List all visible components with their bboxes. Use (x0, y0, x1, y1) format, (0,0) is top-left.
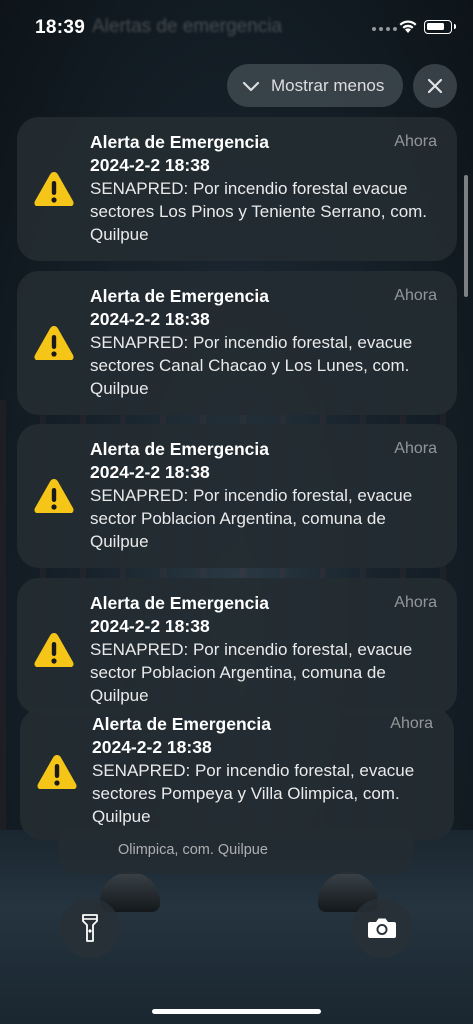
close-button[interactable] (413, 64, 457, 108)
notification-card[interactable]: Alerta de Emergencia 2024-2-2 18:38 SENA… (17, 424, 457, 568)
camera-icon (368, 918, 396, 938)
notification-datetime: 2024-2-2 18:38 (90, 462, 210, 482)
wifi-icon (399, 20, 417, 33)
notification-title: Alerta de Emergencia (90, 286, 269, 306)
notification-title: Alerta de Emergencia (90, 439, 269, 459)
show-less-button[interactable]: Mostrar menos (227, 64, 403, 107)
notification-body: SENAPRED: Por incendio forestal, evacue … (90, 640, 413, 705)
notification-card[interactable]: Alerta de Emergencia 2024-2-2 18:38 SENA… (17, 117, 457, 261)
show-less-label: Mostrar menos (271, 75, 385, 95)
chevron-down-icon (242, 81, 260, 91)
notification-body: SENAPRED: Por incendio forestal, evacue … (90, 333, 413, 398)
notification-time: Ahora (394, 594, 437, 611)
status-time: 18:39 (35, 17, 86, 38)
battery-icon (424, 20, 456, 34)
warning-icon (34, 633, 74, 667)
notification-time: Ahora (394, 287, 437, 304)
notification-title: Alerta de Emergencia (92, 714, 271, 734)
cellular-signal-icon (372, 27, 397, 31)
flashlight-button[interactable] (60, 898, 120, 958)
scroll-indicator (464, 175, 468, 297)
notification-time: Ahora (394, 440, 437, 457)
notification-card[interactable]: Alerta de Emergencia 2024-2-2 18:38 SENA… (17, 271, 457, 415)
notification-datetime: 2024-2-2 18:38 (90, 616, 210, 636)
notification-title: Alerta de Emergencia (90, 593, 269, 613)
notification-datetime: 2024-2-2 18:38 (90, 309, 210, 329)
warning-icon (37, 755, 77, 789)
notification-title: Alerta de Emergencia (90, 132, 269, 152)
warning-icon (34, 479, 74, 513)
flashlight-icon (82, 914, 98, 942)
notification-body: SENAPRED: Por incendio forestal, evacue … (90, 486, 413, 551)
warning-icon (34, 172, 74, 206)
close-icon (427, 78, 443, 94)
camera-button[interactable] (352, 898, 412, 958)
status-bar: Alertas de emergencia 18:39 (0, 0, 473, 56)
notification-card[interactable]: Alerta de Emergencia 2024-2-2 18:38 SENA… (20, 708, 454, 840)
home-indicator[interactable] (152, 1009, 321, 1014)
notification-datetime: 2024-2-2 18:38 (92, 737, 212, 757)
background-title: Alertas de emergencia (92, 16, 283, 37)
notification-time: Ahora (390, 715, 433, 732)
notification-datetime: 2024-2-2 18:38 (90, 155, 210, 175)
warning-icon (34, 326, 74, 360)
notification-card[interactable]: Alerta de Emergencia 2024-2-2 18:38 SENA… (17, 578, 457, 714)
stacked-notification-text: Olimpica, com. Quilpue (118, 842, 268, 858)
notification-body: SENAPRED: Por incendio forestal, evacue … (92, 761, 415, 826)
notification-body: SENAPRED: Por incendio forestal evacue s… (90, 179, 428, 244)
notification-time: Ahora (394, 133, 437, 150)
